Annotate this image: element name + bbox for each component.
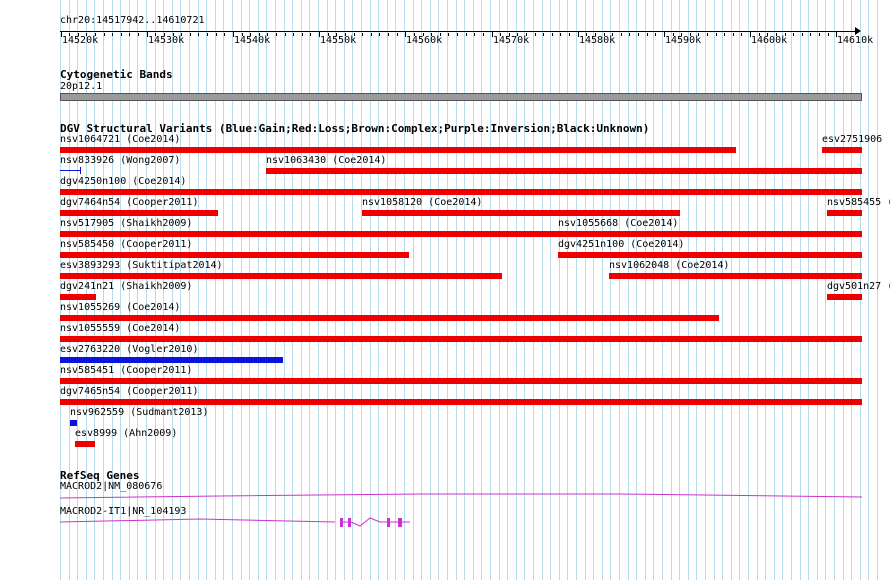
gene-model-macrod2-it1 — [59, 517, 410, 527]
gene-model-macrod2 — [59, 493, 863, 499]
genome-browser-view: chr20:14517942..14610721 14520k 14530k 145… — [0, 0, 890, 580]
gene-models[interactable] — [0, 0, 890, 580]
